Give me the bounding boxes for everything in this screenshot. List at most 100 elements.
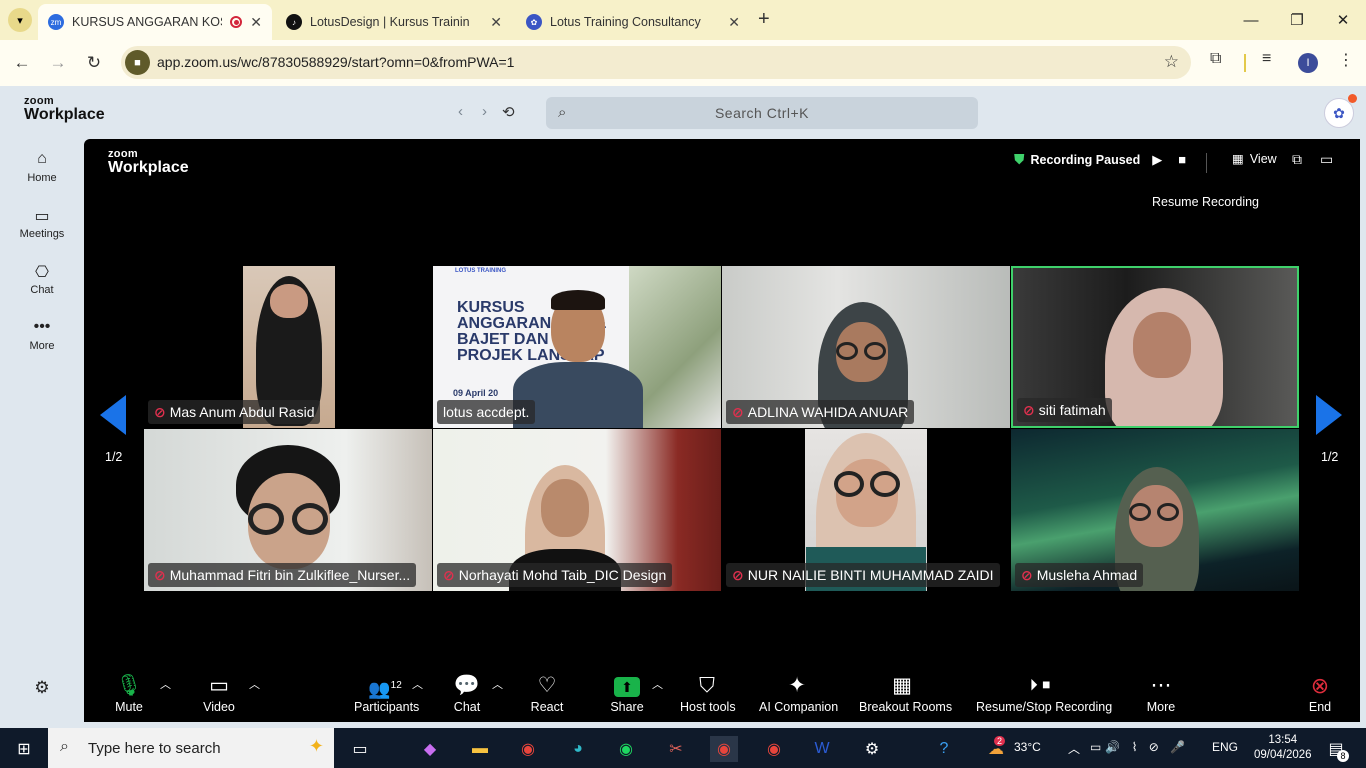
camera-site-icon: ■ [125, 50, 150, 75]
restore-button[interactable]: ❐ [1274, 0, 1320, 40]
next-page-arrow[interactable] [1316, 395, 1342, 435]
close-tab-icon[interactable]: ✕ [490, 14, 502, 31]
weather-temperature: 33°C [1014, 740, 1041, 754]
video-button[interactable]: ▭ Video [202, 672, 236, 714]
zoom-workplace-logo: zoom Workplace [24, 95, 105, 123]
ai-companion-button[interactable]: ✦ AI Companion [759, 672, 838, 714]
mute-options-caret[interactable]: ︿ [160, 676, 171, 692]
sidebar-item-more[interactable]: ••• More [0, 318, 84, 352]
tab-lotus-training[interactable]: ✿ Lotus Training Consultancy ✕ [516, 4, 750, 40]
share-options-caret[interactable]: ︿ [652, 676, 663, 692]
share-button[interactable]: ⬆ Share [610, 672, 644, 714]
participant-tile[interactable]: ⊘ Musleha Ahmad [1011, 429, 1299, 591]
meeting-toolbar: 🎙 Mute ︿ ▭ Video ︿ 👥12 Participants ︿ 💬 … [84, 670, 1360, 722]
input-language[interactable]: ENG [1212, 740, 1238, 754]
close-tab-icon[interactable]: ✕ [250, 14, 262, 31]
profile-avatar[interactable]: I [1298, 53, 1318, 73]
address-bar[interactable]: ■ app.zoom.us/wc/87830588929/start?omn=0… [121, 46, 1191, 79]
more-icon: ••• [33, 318, 51, 335]
tray-chevron-icon[interactable]: ︿ [1068, 740, 1080, 757]
settings-icon[interactable]: ⚙ [0, 678, 84, 698]
lotus-icon: ✿ [526, 14, 542, 30]
history-icon[interactable]: ⟲ [502, 103, 515, 121]
slide-date: 09 April 20 [453, 388, 499, 398]
help-icon[interactable]: ? [930, 736, 958, 762]
url-text: app.zoom.us/wc/87830588929/start?omn=0&f… [157, 54, 515, 70]
windows-start-icon[interactable]: ⊞ [10, 736, 38, 762]
tab-lotusdesign[interactable]: ♪ LotusDesign | Kursus Training ( ✕ [276, 4, 512, 40]
minimize-button[interactable]: — [1228, 0, 1274, 40]
tab-zoom-meeting[interactable]: zm KURSUS ANGGARAN KOS D ✕ [38, 4, 272, 40]
prev-page-arrow[interactable] [100, 395, 126, 435]
file-explorer-icon[interactable]: ▬ [466, 736, 494, 762]
forward-button[interactable]: → [45, 50, 71, 76]
react-button[interactable]: ♡ React [530, 672, 564, 714]
close-window-button[interactable]: ✕ [1320, 0, 1366, 40]
heart-icon: ♡ [537, 674, 557, 697]
resume-recording-icon[interactable]: ▶ [1152, 152, 1162, 168]
slide-brand-logo: LOTUS TRAINING [455, 268, 506, 274]
extensions-icon[interactable]: ⧉ [1210, 50, 1221, 68]
participants-button[interactable]: 👥12 Participants [354, 672, 419, 714]
copilot-icon[interactable]: ◆ [416, 736, 444, 762]
edge-icon[interactable]: ◕ [564, 736, 592, 762]
fullscreen-icon[interactable]: ▭ [1320, 151, 1333, 168]
page-indicator-left: 1/2 [105, 450, 123, 464]
participant-tile-active-speaker[interactable]: ⊘ siti fatimah [1011, 266, 1299, 428]
video-icon: ▭ [34, 208, 50, 225]
video-options-caret[interactable]: ︿ [249, 676, 260, 692]
zoom-app-header: zoom Workplace ‹ › ⟲ ⌕ Search Ctrl+K ✿ [0, 86, 1366, 138]
tab-search-button[interactable]: ▾ [8, 8, 32, 32]
snipping-tool-icon[interactable]: ✂ [662, 736, 690, 762]
participant-tile[interactable]: ⊘ Muhammad Fitri bin Zulkiflee_Nurser... [144, 429, 432, 591]
chrome-profile-2-icon[interactable]: ◉ [760, 736, 788, 762]
sidebar-item-home[interactable]: ⌂ Home [0, 150, 84, 184]
new-tab-button[interactable]: + [758, 8, 770, 31]
participants-icon: 👥12 [368, 679, 402, 699]
participant-tile[interactable]: ⊘ ADLINA WAHIDA ANUAR [722, 266, 1010, 428]
settings-app-icon[interactable]: ⚙ [858, 736, 886, 762]
media-controls-icon[interactable]: ≡ [1262, 50, 1271, 68]
stop-recording-icon[interactable]: ■ [1178, 152, 1186, 167]
copilot-sparkle-icon: ✦ [308, 736, 324, 756]
tiktok-icon: ♪ [286, 14, 302, 30]
taskbar-search-input[interactable]: ⌕ Type here to search ✦ [48, 728, 334, 768]
participant-tile[interactable]: ⊘ Norhayati Mohd Taib_DIC Design [433, 429, 721, 591]
search-icon: ⌕ [60, 738, 69, 755]
chat-options-caret[interactable]: ︿ [492, 676, 503, 692]
nav-forward-icon[interactable]: › [482, 103, 487, 120]
chrome-icon[interactable]: ◉ [514, 736, 542, 762]
participant-name-label: lotus accdept. [437, 400, 536, 424]
resume-stop-recording-button[interactable]: ⏵ ⏹ Resume/Stop Recording [976, 672, 1112, 714]
task-view-icon[interactable]: ▭ [346, 736, 374, 762]
chat-button[interactable]: 💬 Chat [450, 672, 484, 714]
chrome-profile-icon[interactable]: ◉ [710, 736, 738, 762]
participant-name-label: ⊘ Muhammad Fitri bin Zulkiflee_Nurser... [148, 563, 417, 587]
participants-options-caret[interactable]: ︿ [412, 676, 423, 692]
mute-button[interactable]: 🎙 Mute [112, 672, 146, 714]
spotify-icon[interactable]: ◉ [612, 736, 640, 762]
end-meeting-button[interactable]: ⊗ End [1306, 672, 1334, 714]
nav-back-icon[interactable]: ‹ [458, 103, 463, 120]
view-button[interactable]: ▦ View [1232, 151, 1277, 167]
close-tab-icon[interactable]: ✕ [728, 14, 740, 31]
participant-tile[interactable]: ⊘ NUR NAILIE BINTI MUHAMMAD ZAIDI [722, 429, 1010, 591]
reload-button[interactable]: ↻ [81, 50, 107, 76]
bookmark-star-icon[interactable]: ☆ [1164, 52, 1179, 72]
more-button[interactable]: ⋯ More [1146, 672, 1176, 714]
chrome-menu-icon[interactable]: ⋮ [1338, 50, 1354, 70]
participant-tile[interactable]: LOTUS TRAINING KURSUS ANGGARAN KOS & BAJ… [433, 266, 721, 428]
host-tools-button[interactable]: ⛉ Host tools [680, 672, 736, 714]
back-button[interactable]: ← [9, 50, 35, 76]
clock[interactable]: 13:54 09/04/2026 [1254, 733, 1312, 763]
tab-title: KURSUS ANGGARAN KOS D [72, 15, 222, 29]
word-icon[interactable]: W [808, 736, 836, 762]
zoom-search-input[interactable]: ⌕ Search Ctrl+K [546, 97, 978, 129]
sidebar-item-chat[interactable]: ⎔ Chat [0, 262, 84, 296]
tray-status-icons[interactable]: ▭🔊 ⌇ ⊘ 🎤 [1090, 740, 1189, 754]
sidebar-item-meetings[interactable]: ▭ Meetings [0, 206, 84, 240]
picture-in-picture-icon[interactable]: ⧉ [1292, 151, 1302, 168]
breakout-rooms-button[interactable]: ▦ Breakout Rooms [859, 672, 952, 714]
participant-tile[interactable]: ⊘ Mas Anum Abdul Rasid [144, 266, 432, 428]
resume-recording-tooltip: Resume Recording [1152, 195, 1259, 209]
